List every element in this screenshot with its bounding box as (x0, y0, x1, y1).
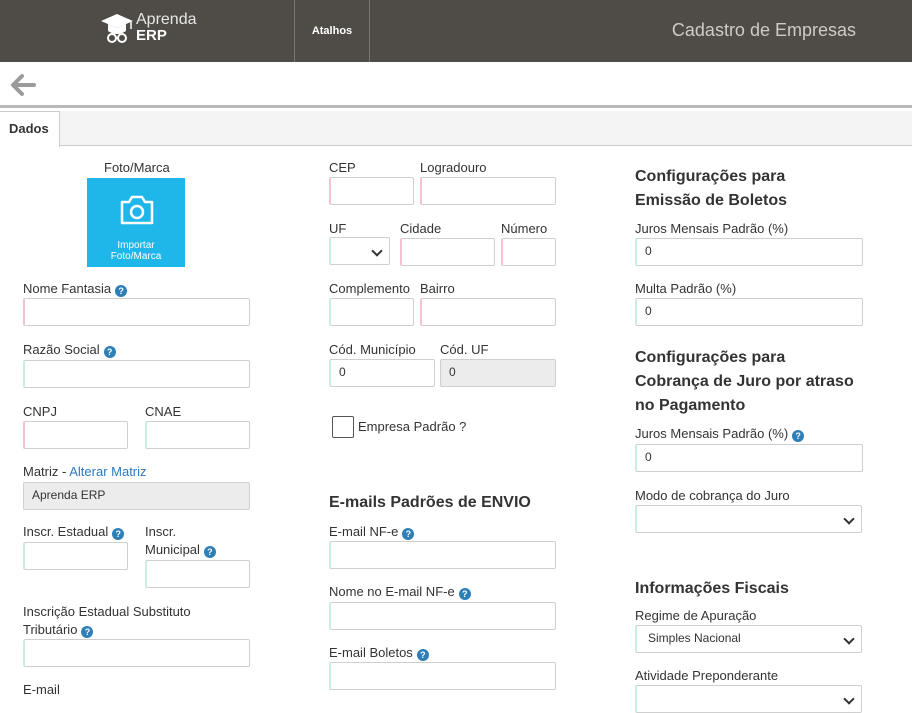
camera-icon (120, 195, 154, 225)
help-icon[interactable]: ? (103, 346, 116, 358)
cod-municipio-label: Cód. Município (329, 342, 416, 357)
regime-value: Simples Nacional (648, 631, 741, 645)
empresa-padrao-label: Empresa Padrão ? (358, 419, 467, 434)
modo-cobranca-label: Modo de cobrança do Juro (635, 488, 790, 503)
complemento-label: Complemento (329, 281, 410, 296)
cnpj-input[interactable] (23, 421, 128, 449)
juros-mensais-input[interactable]: 0 (635, 238, 863, 266)
email-boletos-label: E-mail Boletos? (329, 644, 429, 662)
juros-mensais2-label: Juros Mensais Padrão (%)? (635, 425, 805, 443)
uf-select[interactable] (329, 237, 390, 265)
matriz-label: Matriz - Alterar Matriz (23, 464, 147, 479)
juros-mensais-label: Juros Mensais Padrão (%) (635, 221, 789, 236)
back-arrow-icon[interactable] (10, 72, 36, 98)
inscr-st-label: Inscrição Estadual Substituto Tributário… (23, 604, 191, 638)
juros-mensais2-input[interactable]: 0 (635, 444, 863, 472)
regime-label: Regime de Apuração (635, 608, 757, 623)
logo-text-1: Aprenda (136, 11, 197, 28)
cod-uf-input: 0 (440, 359, 556, 387)
help-icon[interactable]: ? (81, 626, 94, 638)
help-icon[interactable]: ? (203, 546, 216, 558)
help-icon[interactable]: ? (792, 430, 805, 442)
inscr-municipal-label: Inscr. Municipal? (145, 523, 225, 559)
tab-bar: Dados (0, 111, 912, 147)
cnae-label: CNAE (145, 404, 182, 419)
multa-input[interactable]: 0 (635, 298, 863, 326)
graduation-cap-icon (101, 14, 133, 43)
photo-label: Foto/Marca (104, 160, 170, 175)
logradouro-input[interactable] (420, 177, 556, 205)
cod-uf-label: Cód. UF (440, 342, 489, 357)
alterar-matriz-link[interactable]: Alterar Matriz (69, 464, 146, 479)
numero-label: Número (501, 221, 548, 236)
help-icon[interactable]: ? (112, 528, 125, 540)
fiscais-section-title: Informações Fiscais (635, 580, 789, 597)
regime-select[interactable]: Simples Nacional (635, 625, 862, 653)
email-boletos-input[interactable] (329, 662, 556, 690)
matriz-input: Aprenda ERP (23, 482, 250, 510)
shortcuts-menu[interactable]: Atalhos (296, 0, 368, 62)
help-icon[interactable]: ? (115, 285, 128, 297)
email-nfe-label: E-mail NF-e? (329, 523, 415, 541)
bairro-label: Bairro (420, 281, 455, 296)
photo-import-text-2: Foto/Marca (110, 251, 162, 262)
emails-section-title: E-mails Padrões de ENVIO (329, 494, 531, 511)
cidade-input[interactable] (400, 238, 495, 266)
top-bar: Aprenda ERP Atalhos Cadastro de Empresas (0, 0, 912, 62)
cnpj-label: CNPJ (23, 404, 57, 419)
email-label: E-mail (23, 682, 60, 697)
multa-label: Multa Padrão (%) (635, 281, 737, 296)
tab-dados[interactable]: Dados (0, 111, 60, 147)
help-icon[interactable]: ? (416, 649, 429, 661)
back-bar (0, 62, 912, 108)
razao-social-label: Razão Social? (23, 341, 116, 359)
cnae-input[interactable] (145, 421, 250, 449)
inscr-st-input[interactable] (23, 639, 250, 667)
uf-label: UF (329, 221, 347, 236)
complemento-input[interactable] (329, 298, 414, 326)
cidade-label: Cidade (400, 221, 442, 236)
nome-email-nfe-input[interactable] (329, 602, 556, 630)
cod-municipio-input[interactable]: 0 (329, 359, 435, 387)
razao-social-input[interactable] (23, 360, 250, 388)
cep-input[interactable] (329, 177, 414, 205)
atividade-select[interactable] (635, 685, 862, 713)
boletos-section-title: Configurações para Emissão de Boletos (635, 168, 788, 209)
modo-cobranca-select[interactable] (635, 505, 862, 533)
atividade-label: Atividade Preponderante (635, 668, 779, 683)
bairro-input[interactable] (420, 298, 556, 326)
help-icon[interactable]: ? (402, 528, 415, 540)
logo[interactable]: Aprenda ERP (100, 12, 197, 46)
logo-text-2: ERP (136, 27, 167, 44)
photo-import-text-1: Importar (117, 240, 155, 251)
help-icon[interactable]: ? (458, 588, 471, 600)
logradouro-label: Logradouro (420, 160, 487, 175)
inscr-estadual-label: Inscr. Estadual? (23, 523, 125, 541)
inscr-municipal-input[interactable] (145, 560, 250, 588)
empresa-padrao-checkbox[interactable] (332, 416, 354, 438)
inscr-estadual-input[interactable] (23, 542, 128, 570)
page-title: Cadastro de Empresas (671, 20, 856, 40)
numero-input[interactable] (501, 238, 556, 266)
nome-fantasia-label: Nome Fantasia? (23, 280, 128, 298)
cobranca-section-title: Configurações para Cobrança de Juro por … (635, 349, 854, 414)
nome-email-nfe-label: Nome no E-mail NF-e? (329, 583, 471, 601)
cep-label: CEP (329, 160, 356, 175)
import-photo-button[interactable]: Importar Foto/Marca (87, 178, 185, 267)
email-nfe-input[interactable] (329, 541, 556, 569)
nome-fantasia-input[interactable] (23, 298, 250, 326)
